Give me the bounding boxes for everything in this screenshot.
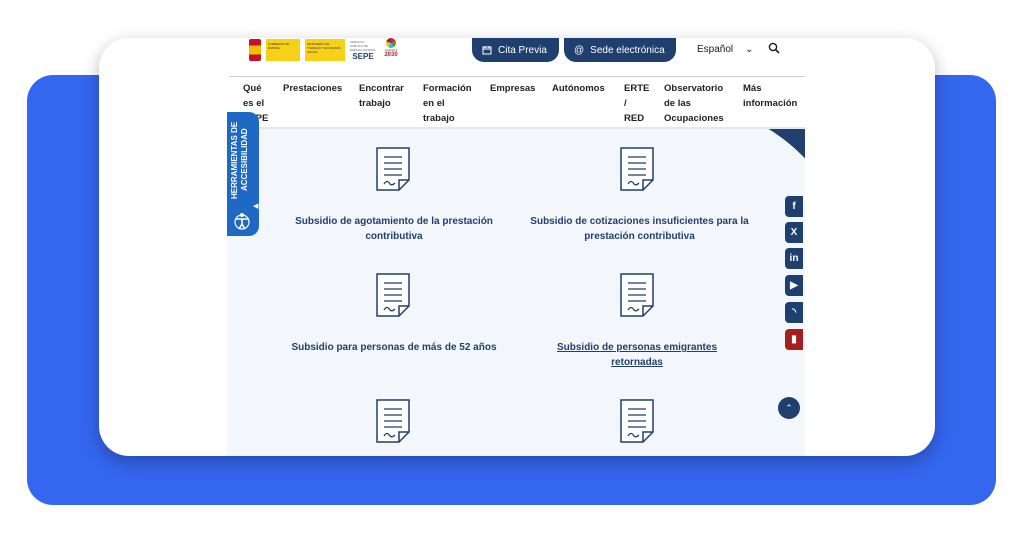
agenda-year: 2030 bbox=[384, 52, 398, 58]
nav-line: Ocupaciones bbox=[664, 113, 724, 124]
calendar-icon bbox=[482, 46, 492, 55]
scroll-to-top-button[interactable]: ⌃ bbox=[778, 397, 800, 419]
nav-line: en el bbox=[423, 98, 445, 109]
nav-line: / bbox=[624, 98, 627, 109]
nav-line: RED bbox=[624, 113, 645, 124]
document-title-link[interactable]: Subsidio de personas emigrantes retornad… bbox=[547, 340, 727, 370]
nav-line: Encontrar bbox=[359, 83, 404, 94]
sede-electronica-label: Sede electrónica bbox=[590, 44, 665, 56]
nav-item-autonomos[interactable]: Autónomos bbox=[552, 81, 605, 96]
pdf-icon[interactable]: ▮ bbox=[785, 329, 803, 350]
gobierno-logo: GOBIERNO DE ESPAÑA bbox=[266, 39, 300, 61]
sepe-logo-word: SEPE bbox=[352, 52, 374, 61]
document-icon[interactable] bbox=[375, 398, 411, 444]
nav-divider bbox=[227, 127, 805, 129]
cita-previa-button[interactable]: Cita Previa bbox=[472, 38, 559, 62]
sepe-logo-subtitle: SERVICIO PÚBLICO DE EMPLEO ESTATAL bbox=[350, 40, 377, 52]
nav-item-formacion[interactable]: Formación en el trabajo bbox=[423, 81, 472, 126]
nav-line: Autónomos bbox=[552, 83, 605, 94]
nav-line: ERTE bbox=[624, 83, 650, 94]
language-selector[interactable]: Español ⌄ bbox=[697, 44, 754, 55]
x-icon[interactable]: X bbox=[785, 222, 803, 243]
nav-item-encontrar-trabajo[interactable]: Encontrar trabajo bbox=[359, 81, 404, 111]
nav-line: Observatorio bbox=[664, 83, 724, 94]
document-icon[interactable] bbox=[619, 146, 655, 192]
document-title[interactable]: Subsidio de agotamiento de la prestación… bbox=[279, 214, 509, 244]
nav-item-prestaciones[interactable]: Prestaciones bbox=[283, 81, 342, 96]
content-area bbox=[227, 128, 805, 456]
sdg-wheel-icon bbox=[386, 38, 396, 48]
document-icon[interactable] bbox=[619, 272, 655, 318]
chevron-down-icon: ⌄ bbox=[745, 44, 754, 55]
at-sign-icon: @ bbox=[574, 44, 585, 56]
document-title[interactable]: Subsidio de cotizaciones insuficientes p… bbox=[522, 214, 757, 244]
slide-canvas: GOBIERNO DE ESPAÑA MINISTERIO DE TRABAJO… bbox=[0, 0, 1024, 536]
browser-frame: GOBIERNO DE ESPAÑA MINISTERIO DE TRABAJO… bbox=[99, 38, 935, 456]
document-icon[interactable] bbox=[375, 146, 411, 192]
nav-line: Formación bbox=[423, 83, 472, 94]
nav-line: trabajo bbox=[423, 113, 455, 124]
document-title[interactable]: Subsidio para personas de más de 52 años bbox=[279, 340, 509, 355]
caret-left-icon: ◀ bbox=[253, 203, 259, 210]
sepe-logo: SERVICIO PÚBLICO DE EMPLEO ESTATAL SEPE bbox=[350, 39, 376, 61]
facebook-icon[interactable]: f bbox=[785, 196, 803, 217]
sepe-webpage: GOBIERNO DE ESPAÑA MINISTERIO DE TRABAJO… bbox=[227, 38, 805, 456]
nav-line: información bbox=[743, 98, 798, 109]
spain-shield-logo bbox=[249, 39, 261, 61]
header-divider bbox=[229, 76, 805, 77]
nav-line: Qué bbox=[243, 83, 262, 94]
nav-item-empresas[interactable]: Empresas bbox=[490, 81, 535, 96]
youtube-icon[interactable]: ▶ bbox=[785, 275, 803, 296]
language-label: Español bbox=[697, 44, 734, 55]
logo-bar[interactable]: GOBIERNO DE ESPAÑA MINISTERIO DE TRABAJO… bbox=[249, 38, 401, 62]
rss-icon[interactable]: ◝ bbox=[785, 302, 803, 323]
nav-item-erte-red[interactable]: ERTE / RED bbox=[624, 81, 649, 126]
document-icon[interactable] bbox=[619, 398, 655, 444]
sede-electronica-button[interactable]: @ Sede electrónica bbox=[564, 38, 676, 62]
nav-item-observatorio[interactable]: Observatorio de las Ocupaciones bbox=[664, 81, 724, 126]
nav-line: de las bbox=[664, 98, 691, 109]
nav-item-mas-informacion[interactable]: Más información bbox=[743, 81, 797, 111]
search-icon[interactable] bbox=[768, 42, 780, 54]
nav-line: Más bbox=[743, 83, 762, 94]
nav-line: Prestaciones bbox=[283, 83, 343, 94]
linkedin-icon[interactable]: in bbox=[785, 248, 803, 269]
nav-line: trabajo bbox=[359, 98, 391, 109]
accessibility-icon bbox=[234, 213, 250, 230]
accessibility-tools-tab[interactable]: HERRAMIENTAS DE ACCESIBILIDAD ◀ bbox=[227, 112, 259, 236]
document-icon[interactable] bbox=[375, 272, 411, 318]
cita-previa-label: Cita Previa bbox=[498, 44, 547, 56]
agenda-2030-logo: AGENDA 2030 bbox=[381, 38, 401, 62]
nav-line: es el bbox=[243, 98, 265, 109]
accessibility-label: HERRAMIENTAS DE ACCESIBILIDAD bbox=[230, 121, 249, 199]
ministerio-logo: MINISTERIO DE TRABAJO Y ECONOMÍA SOCIAL bbox=[305, 39, 345, 61]
nav-line: Empresas bbox=[490, 83, 536, 94]
